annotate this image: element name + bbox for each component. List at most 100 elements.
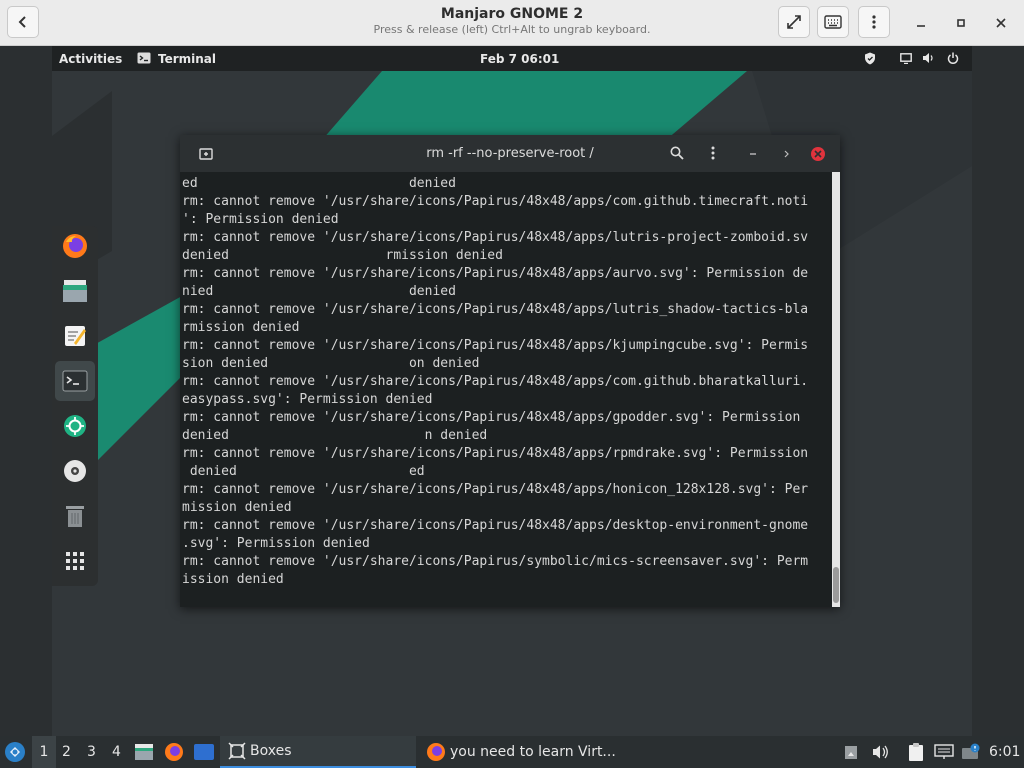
- terminal-line: rm: cannot remove '/usr/share/icons/Papi…: [182, 374, 809, 389]
- kebab-menu-icon: [872, 15, 876, 29]
- dash-files[interactable]: [55, 271, 95, 311]
- terminal-icon: [62, 370, 88, 392]
- app-grid-icon: [66, 552, 84, 570]
- taskbar-files[interactable]: [134, 736, 154, 768]
- network-icon: [934, 744, 954, 759]
- display-icon[interactable]: [900, 53, 912, 64]
- files-icon: [135, 744, 153, 760]
- terminal-line: rm: cannot remove '/usr/share/icons/Papi…: [182, 338, 809, 353]
- menu-button[interactable]: [858, 6, 890, 38]
- terminal-scrollbar[interactable]: [832, 172, 840, 607]
- workspace-3[interactable]: 3: [87, 736, 96, 768]
- task-firefox[interactable]: you need to learn Virt...: [424, 736, 620, 768]
- terminal-line: ': Permission denied: [182, 212, 339, 227]
- tray-notes[interactable]: [844, 736, 858, 768]
- dash-terminal[interactable]: [55, 361, 95, 401]
- clipboard-icon: [845, 746, 857, 759]
- terminal-window: rm -rf --no-preserve-root / ed denied rm:…: [180, 135, 840, 607]
- tray-volume[interactable]: [872, 736, 890, 768]
- maximize-icon[interactable]: [780, 149, 790, 159]
- dash-text-editor[interactable]: [55, 316, 95, 356]
- terminal-line: denied ed: [182, 464, 425, 479]
- firefox-icon: [165, 743, 183, 761]
- dash-disc[interactable]: [55, 451, 95, 491]
- firefox-icon: [63, 234, 87, 258]
- task-boxes-label: Boxes: [250, 743, 292, 759]
- close-button[interactable]: [986, 8, 1016, 38]
- fullscreen-button[interactable]: [778, 6, 810, 38]
- gnome-top-bar: Activities Terminal Feb 7 06:01: [52, 46, 972, 71]
- terminal-line: denied rmission denied: [182, 248, 503, 263]
- dash-firefox[interactable]: [55, 226, 95, 266]
- start-menu-button[interactable]: [4, 736, 26, 768]
- terminal-line: easypass.svg': Permission denied: [182, 392, 433, 407]
- keyboard-button[interactable]: [817, 6, 849, 38]
- terminal-headerbar: rm -rf --no-preserve-root /: [180, 135, 840, 172]
- software-icon: [64, 415, 86, 437]
- volume-icon: [873, 745, 888, 759]
- workspace-2[interactable]: 2: [62, 736, 71, 768]
- terminal-title: rm -rf --no-preserve-root /: [426, 146, 594, 161]
- kde-menu-icon: [5, 742, 25, 762]
- terminal-line: rm: cannot remove '/usr/share/icons/Papi…: [182, 302, 809, 317]
- minimize-icon: [917, 25, 925, 27]
- power-icon[interactable]: [947, 52, 959, 64]
- terminal-line: rm: cannot remove '/usr/share/icons/Papi…: [182, 518, 809, 533]
- boxes-headerbar: Manjaro GNOME 2 Press & release (left) C…: [0, 0, 1024, 46]
- close-icon[interactable]: [810, 146, 826, 162]
- scrollbar-thumb[interactable]: [833, 567, 839, 603]
- firefox-icon: [427, 743, 445, 761]
- dash-trash[interactable]: [55, 496, 95, 536]
- terminal-line: rm: cannot remove '/usr/share/icons/Papi…: [182, 446, 809, 461]
- dash: [52, 226, 98, 586]
- workspace-4[interactable]: 4: [112, 736, 121, 768]
- boxes-icon: [228, 742, 246, 760]
- task-boxes[interactable]: Boxes: [220, 736, 416, 768]
- update-icon: [962, 743, 980, 759]
- terminal-line: rm: cannot remove '/usr/share/icons/Papi…: [182, 230, 809, 245]
- terminal-line: rmission denied: [182, 320, 300, 335]
- terminal-line: mission denied: [182, 500, 292, 515]
- activities-button[interactable]: Activities: [59, 52, 122, 66]
- terminal-line: rm: cannot remove '/usr/share/icons/Papi…: [182, 194, 809, 209]
- close-icon: [996, 18, 1006, 28]
- keyboard-icon: [824, 15, 842, 29]
- clock[interactable]: Feb 7 06:01: [480, 52, 559, 66]
- terminal-line: sion denied on denied: [182, 356, 480, 371]
- vm-display[interactable]: Activities Terminal Feb 7 06:01 rm -rf -…: [52, 46, 972, 736]
- taskbar-clock[interactable]: 6:01: [989, 736, 1020, 768]
- disc-icon: [64, 460, 86, 482]
- terminal-line: ed denied: [182, 176, 456, 191]
- minimize-icon[interactable]: [748, 149, 758, 159]
- terminal-line: ission denied: [182, 572, 284, 587]
- clipboard-icon: [909, 743, 923, 761]
- dash-software[interactable]: [55, 406, 95, 446]
- maximize-button[interactable]: [946, 8, 976, 38]
- workspace-1[interactable]: 1: [32, 736, 56, 768]
- app-menu[interactable]: Terminal: [158, 52, 216, 66]
- dash-show-apps[interactable]: [55, 541, 95, 581]
- kebab-menu-icon[interactable]: [711, 146, 715, 160]
- task-firefox-label: you need to learn Virt...: [450, 744, 616, 760]
- text-editor-icon: [65, 326, 86, 346]
- taskbar-firefox[interactable]: [164, 736, 184, 768]
- terminal-line: rm: cannot remove '/usr/share/icons/Papi…: [182, 410, 801, 425]
- host-taskbar: 1 2 3 4 Boxes you need to learn Virt... …: [0, 736, 1024, 768]
- minimize-button[interactable]: [906, 8, 936, 38]
- terminal-line: nied denied: [182, 284, 456, 299]
- terminal-line: .svg': Permission denied: [182, 536, 370, 551]
- tray-network[interactable]: [934, 736, 954, 768]
- terminal-line: denied n denied: [182, 428, 488, 443]
- terminal-line: rm: cannot remove '/usr/share/icons/Papi…: [182, 266, 809, 281]
- terminal-line: rm: cannot remove '/usr/share/icons/Papi…: [182, 482, 809, 497]
- volume-icon[interactable]: [922, 52, 935, 64]
- fullscreen-icon: [787, 15, 801, 29]
- terminal-line: rm: cannot remove '/usr/share/icons/Papi…: [182, 554, 809, 569]
- taskbar-window-list[interactable]: [193, 736, 215, 768]
- search-icon[interactable]: [670, 146, 684, 160]
- tray-updates[interactable]: [961, 736, 981, 768]
- shield-icon[interactable]: [864, 52, 876, 65]
- tray-clipboard[interactable]: [907, 736, 925, 768]
- terminal-output[interactable]: ed denied rm: cannot remove '/usr/share/i…: [182, 175, 828, 605]
- trash-icon: [66, 506, 84, 527]
